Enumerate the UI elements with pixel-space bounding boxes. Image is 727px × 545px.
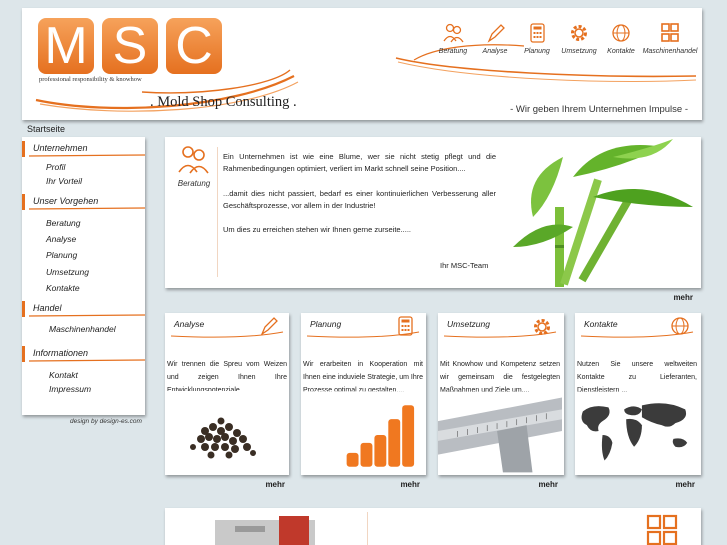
section-underline bbox=[29, 359, 145, 362]
nav-maschinenhandel[interactable]: Maschinenhandel bbox=[642, 18, 698, 55]
peppercorn-image bbox=[165, 391, 289, 473]
logo-letter-m: M bbox=[38, 18, 94, 74]
sidebar-item-profil[interactable]: Profil bbox=[22, 157, 145, 175]
sidebar-section-handel[interactable]: Handel bbox=[22, 300, 145, 317]
world-map-image bbox=[575, 391, 699, 473]
card-more-link[interactable]: mehr bbox=[265, 480, 285, 489]
sidebar-section-title: Handel bbox=[33, 302, 62, 313]
pencil-icon bbox=[260, 317, 278, 336]
bamboo-image bbox=[503, 137, 701, 288]
nav-label: Umsetzung bbox=[561, 48, 597, 55]
sidebar-section-title: Unternehmen bbox=[33, 143, 88, 153]
card-planung: Planung Wir erarbeiten in Kooperation mi… bbox=[301, 313, 426, 489]
intro-paragraph: Um dies zu erreichen stehen wir Ihnen ge… bbox=[223, 225, 412, 235]
sidebar-item-umsetzung[interactable]: Umsetzung bbox=[22, 264, 145, 281]
section-underline bbox=[29, 313, 145, 317]
divider bbox=[367, 512, 368, 545]
card-title: Analyse bbox=[174, 319, 205, 329]
logo-letter-c: C bbox=[166, 18, 222, 74]
breadcrumb[interactable]: Startseite bbox=[27, 124, 65, 134]
people-icon bbox=[432, 18, 474, 48]
site-header: M S C professional responsibility & know… bbox=[22, 8, 702, 120]
company-name: . Mold Shop Consulting . bbox=[150, 94, 297, 110]
card-more-link[interactable]: mehr bbox=[675, 480, 695, 489]
pencil-icon bbox=[474, 18, 516, 48]
card-more-link[interactable]: mehr bbox=[400, 480, 420, 489]
slogan: - Wir geben Ihrem Unternehmen Impulse - bbox=[510, 104, 688, 115]
top-navigation: Beratung Analyse Planung Umsetzung Konta… bbox=[432, 18, 698, 55]
gear-icon bbox=[534, 319, 550, 335]
sidebar: Unternehmen Profil Ihr Vorteil Unser Vor… bbox=[22, 137, 145, 415]
intro-badge: Beratung bbox=[171, 143, 217, 188]
calculator-icon bbox=[516, 18, 558, 48]
nav-planung[interactable]: Planung bbox=[516, 18, 558, 55]
bottom-card bbox=[165, 508, 701, 545]
msc-logo[interactable]: M S C bbox=[38, 18, 222, 74]
calculator-icon bbox=[398, 316, 413, 336]
nav-label: Kontakte bbox=[607, 48, 635, 55]
gear-icon bbox=[558, 18, 600, 48]
nav-label: Beratung bbox=[438, 48, 468, 55]
intro-card: Beratung Ein Unternehmen ist wie eine Bl… bbox=[165, 137, 701, 302]
card-kontakte: Kontakte Nutzen Sie unsere weltweiten Ko… bbox=[575, 313, 701, 489]
nav-label: Planung bbox=[524, 48, 550, 55]
globe-icon bbox=[671, 317, 689, 335]
card-title: Kontakte bbox=[584, 319, 618, 329]
machines-icon bbox=[642, 18, 698, 48]
sidebar-item-impressum[interactable]: Impressum bbox=[22, 383, 145, 397]
sidebar-item-kontakte[interactable]: Kontakte bbox=[22, 280, 145, 297]
divider bbox=[217, 147, 218, 277]
card-umsetzung: Umsetzung Mit Knowhow und Kompetenz setz… bbox=[438, 313, 564, 489]
intro-more-link[interactable]: mehr bbox=[673, 293, 693, 302]
sidebar-section-unternehmen[interactable]: Unternehmen bbox=[22, 141, 145, 157]
nav-umsetzung[interactable]: Umsetzung bbox=[558, 18, 600, 55]
sidebar-item-maschinenhandel[interactable]: Maschinenhandel bbox=[22, 317, 145, 337]
orange-bars-image bbox=[301, 391, 425, 473]
intro-paragraph: Ein Unternehmen ist wie eine Blume, wer … bbox=[223, 152, 496, 174]
sidebar-item-ihr-vorteil[interactable]: Ihr Vorteil bbox=[22, 175, 145, 189]
card-analyse: Analyse Wir trennen die Spreu vom Weizen… bbox=[165, 313, 289, 489]
sidebar-section-title: Unser Vorgehen bbox=[33, 196, 99, 206]
intro-signoff: Ihr MSC-Team bbox=[440, 261, 489, 270]
sidebar-item-kontakt[interactable]: Kontakt bbox=[22, 362, 145, 383]
intro-paragraph: ...damit dies nicht passiert, bedarf es … bbox=[223, 188, 496, 210]
machine-image bbox=[215, 516, 315, 545]
nav-kontakte[interactable]: Kontakte bbox=[600, 18, 642, 55]
globe-icon bbox=[600, 18, 642, 48]
sidebar-item-analyse[interactable]: Analyse bbox=[22, 231, 145, 248]
people-icon bbox=[178, 146, 209, 174]
nav-beratung[interactable]: Beratung bbox=[432, 18, 474, 55]
sidebar-item-beratung[interactable]: Beratung bbox=[22, 210, 145, 231]
tagline: professional responsibility & knowhow bbox=[39, 76, 142, 83]
design-credits[interactable]: design by design-es.com bbox=[70, 418, 142, 425]
nav-label: Maschinenhandel bbox=[642, 48, 698, 55]
sidebar-section-title: Informationen bbox=[33, 348, 89, 358]
nav-analyse[interactable]: Analyse bbox=[474, 18, 516, 55]
nav-label: Analyse bbox=[482, 48, 508, 55]
card-title: Planung bbox=[310, 319, 342, 329]
logo-letter-s: S bbox=[102, 18, 158, 74]
sidebar-section-unser-vorgehen[interactable]: Unser Vorgehen bbox=[22, 194, 145, 210]
machines-icon bbox=[646, 514, 678, 545]
card-more-link[interactable]: mehr bbox=[538, 480, 558, 489]
caliper-image bbox=[438, 391, 562, 473]
section-underline bbox=[29, 154, 145, 157]
intro-text: Ein Unternehmen ist wie eine Blume, wer … bbox=[223, 151, 496, 248]
sidebar-section-informationen[interactable]: Informationen bbox=[22, 346, 145, 362]
intro-label: Beratung bbox=[177, 179, 211, 188]
sidebar-item-planung[interactable]: Planung bbox=[22, 247, 145, 264]
section-underline bbox=[29, 207, 145, 210]
card-title: Umsetzung bbox=[447, 319, 490, 329]
